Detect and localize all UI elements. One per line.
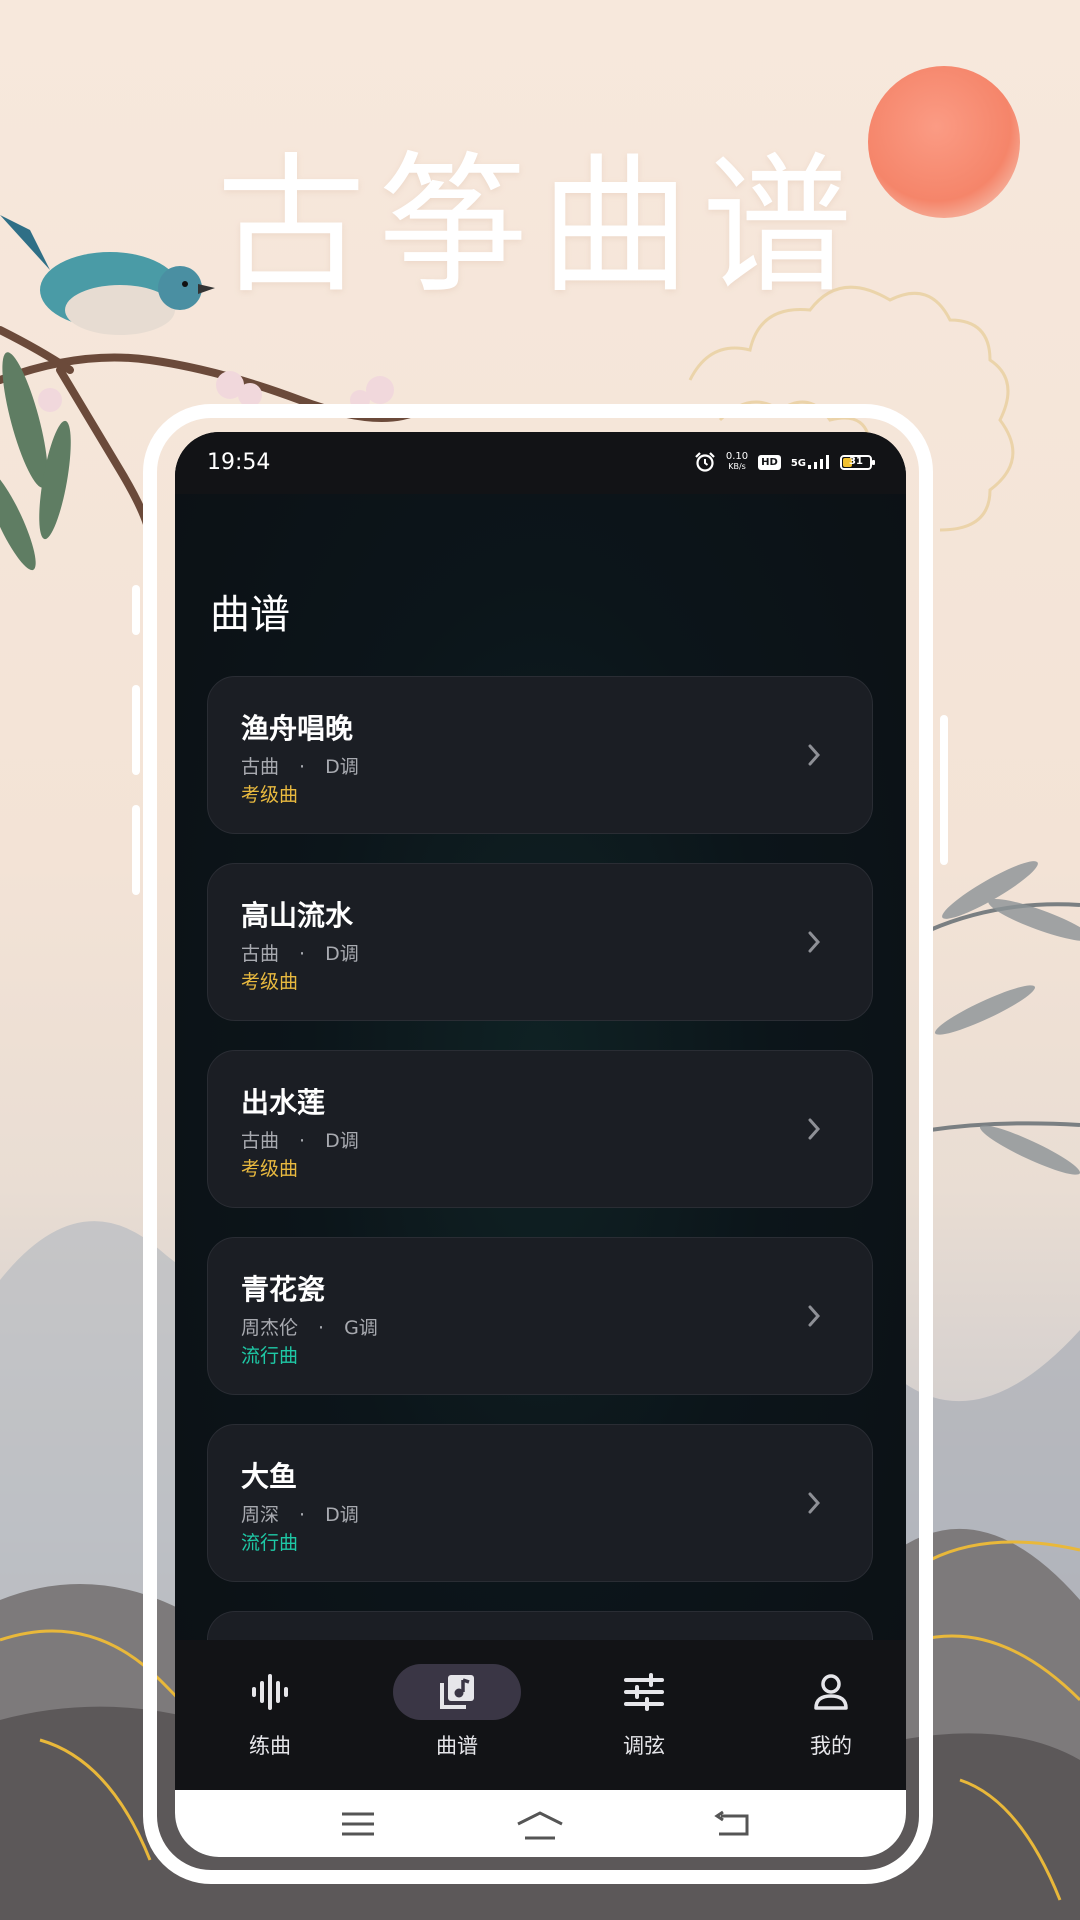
song-artist: 周深 xyxy=(241,1504,280,1526)
song-title: 大鱼 xyxy=(241,1460,298,1493)
promo-title: 古筝曲谱 xyxy=(215,140,864,314)
page-title: 曲谱 xyxy=(210,592,290,638)
phone-side-button xyxy=(940,715,948,865)
tab-label: 调弦 xyxy=(623,1734,665,1758)
song-artist: 周杰伦 xyxy=(241,1317,299,1339)
alarm-icon xyxy=(695,452,715,472)
song-meta: 古曲 · D调 xyxy=(241,1126,359,1153)
song-key: G调 xyxy=(344,1317,378,1339)
meta-separator: · xyxy=(299,756,306,778)
chevron-right-icon xyxy=(808,931,821,953)
meta-separator: · xyxy=(318,1317,325,1339)
song-artist: 古曲 xyxy=(241,1130,280,1152)
phone-side-button xyxy=(132,585,140,635)
song-tag: 考级曲 xyxy=(241,784,299,806)
tab-icon-container-active xyxy=(393,1664,521,1720)
tab-profile[interactable]: 我的 xyxy=(756,1640,906,1790)
tab-label: 练曲 xyxy=(249,1734,291,1758)
song-meta: 古曲 · D调 xyxy=(241,939,359,966)
song-key: D调 xyxy=(325,756,359,778)
song-artist: 古曲 xyxy=(241,756,280,778)
back-icon[interactable] xyxy=(713,1810,751,1838)
net-speed-value: 0.10 xyxy=(725,451,749,462)
song-meta: 周深 · D调 xyxy=(241,1500,359,1527)
battery-icon: 31 xyxy=(840,454,875,470)
song-list: 渔舟唱晚 古曲 · D调 考级曲 高山流水 古曲 · D调 考级曲 出水莲 古曲 · D调 … xyxy=(207,676,873,1641)
song-meta: 古曲 · D调 xyxy=(241,752,359,779)
music-library-icon xyxy=(440,1675,474,1709)
song-card[interactable]: 大鱼 周深 · D调 流行曲 xyxy=(207,1424,873,1582)
song-meta: 周杰伦 · G调 xyxy=(241,1313,378,1340)
song-card-partial[interactable] xyxy=(207,1611,873,1641)
song-card[interactable]: 渔舟唱晚 古曲 · D调 考级曲 xyxy=(207,676,873,834)
tab-scores[interactable]: 曲谱 xyxy=(382,1640,532,1790)
network-type: 5G xyxy=(790,458,806,469)
home-icon[interactable] xyxy=(515,1810,565,1840)
status-bar: 19:54 0.10 KB/s HD 5G 31 xyxy=(175,432,906,494)
tab-label: 曲谱 xyxy=(436,1734,478,1758)
battery-level: 31 xyxy=(849,455,863,467)
song-card[interactable]: 高山流水 古曲 · D调 考级曲 xyxy=(207,863,873,1021)
song-title: 出水莲 xyxy=(241,1086,326,1119)
song-key: D调 xyxy=(325,1504,359,1526)
tab-practice[interactable]: 练曲 xyxy=(195,1640,345,1790)
song-title: 高山流水 xyxy=(241,899,354,932)
bottom-tab-bar: 练曲 曲谱 调弦 我的 xyxy=(175,1640,906,1790)
phone-screen: 19:54 0.10 KB/s HD 5G 31 曲谱 渔舟唱晚 古曲 · D调… xyxy=(175,432,906,1857)
tab-icon-container xyxy=(206,1664,334,1720)
tab-icon-container xyxy=(767,1664,895,1720)
waveform-icon xyxy=(252,1674,288,1710)
chevron-right-icon xyxy=(808,1492,821,1514)
song-tag: 考级曲 xyxy=(241,1158,299,1180)
song-tag: 流行曲 xyxy=(241,1532,299,1554)
meta-separator: · xyxy=(299,1130,306,1152)
meta-separator: · xyxy=(299,1504,306,1526)
song-card[interactable]: 青花瓷 周杰伦 · G调 流行曲 xyxy=(207,1237,873,1395)
song-tag: 流行曲 xyxy=(241,1345,299,1367)
song-title: 渔舟唱晚 xyxy=(241,712,354,745)
song-title: 青花瓷 xyxy=(241,1273,326,1306)
hd-badge: HD xyxy=(758,454,781,470)
song-card[interactable]: 出水莲 古曲 · D调 考级曲 xyxy=(207,1050,873,1208)
meta-separator: · xyxy=(299,943,306,965)
song-artist: 古曲 xyxy=(241,943,280,965)
signal-indicator: 5G xyxy=(791,455,830,469)
tab-tuning[interactable]: 调弦 xyxy=(569,1640,719,1790)
chevron-right-icon xyxy=(808,1118,821,1140)
phone-side-button xyxy=(132,805,140,895)
song-key: D调 xyxy=(325,1130,359,1152)
net-speed-unit: KB/s xyxy=(728,462,746,471)
tab-icon-container xyxy=(580,1664,708,1720)
tune-sliders-icon xyxy=(624,1673,664,1711)
song-tag: 考级曲 xyxy=(241,971,299,993)
net-speed: 0.10 KB/s xyxy=(726,452,748,472)
system-nav-bar xyxy=(175,1790,906,1857)
song-key: D调 xyxy=(325,943,359,965)
phone-side-button xyxy=(132,685,140,775)
tab-label: 我的 xyxy=(810,1734,852,1758)
person-icon xyxy=(814,1674,848,1710)
signal-icon xyxy=(808,455,829,469)
chevron-right-icon xyxy=(808,744,821,766)
menu-icon[interactable] xyxy=(340,1810,376,1838)
chevron-right-icon xyxy=(808,1305,821,1327)
status-time: 19:54 xyxy=(207,450,271,475)
